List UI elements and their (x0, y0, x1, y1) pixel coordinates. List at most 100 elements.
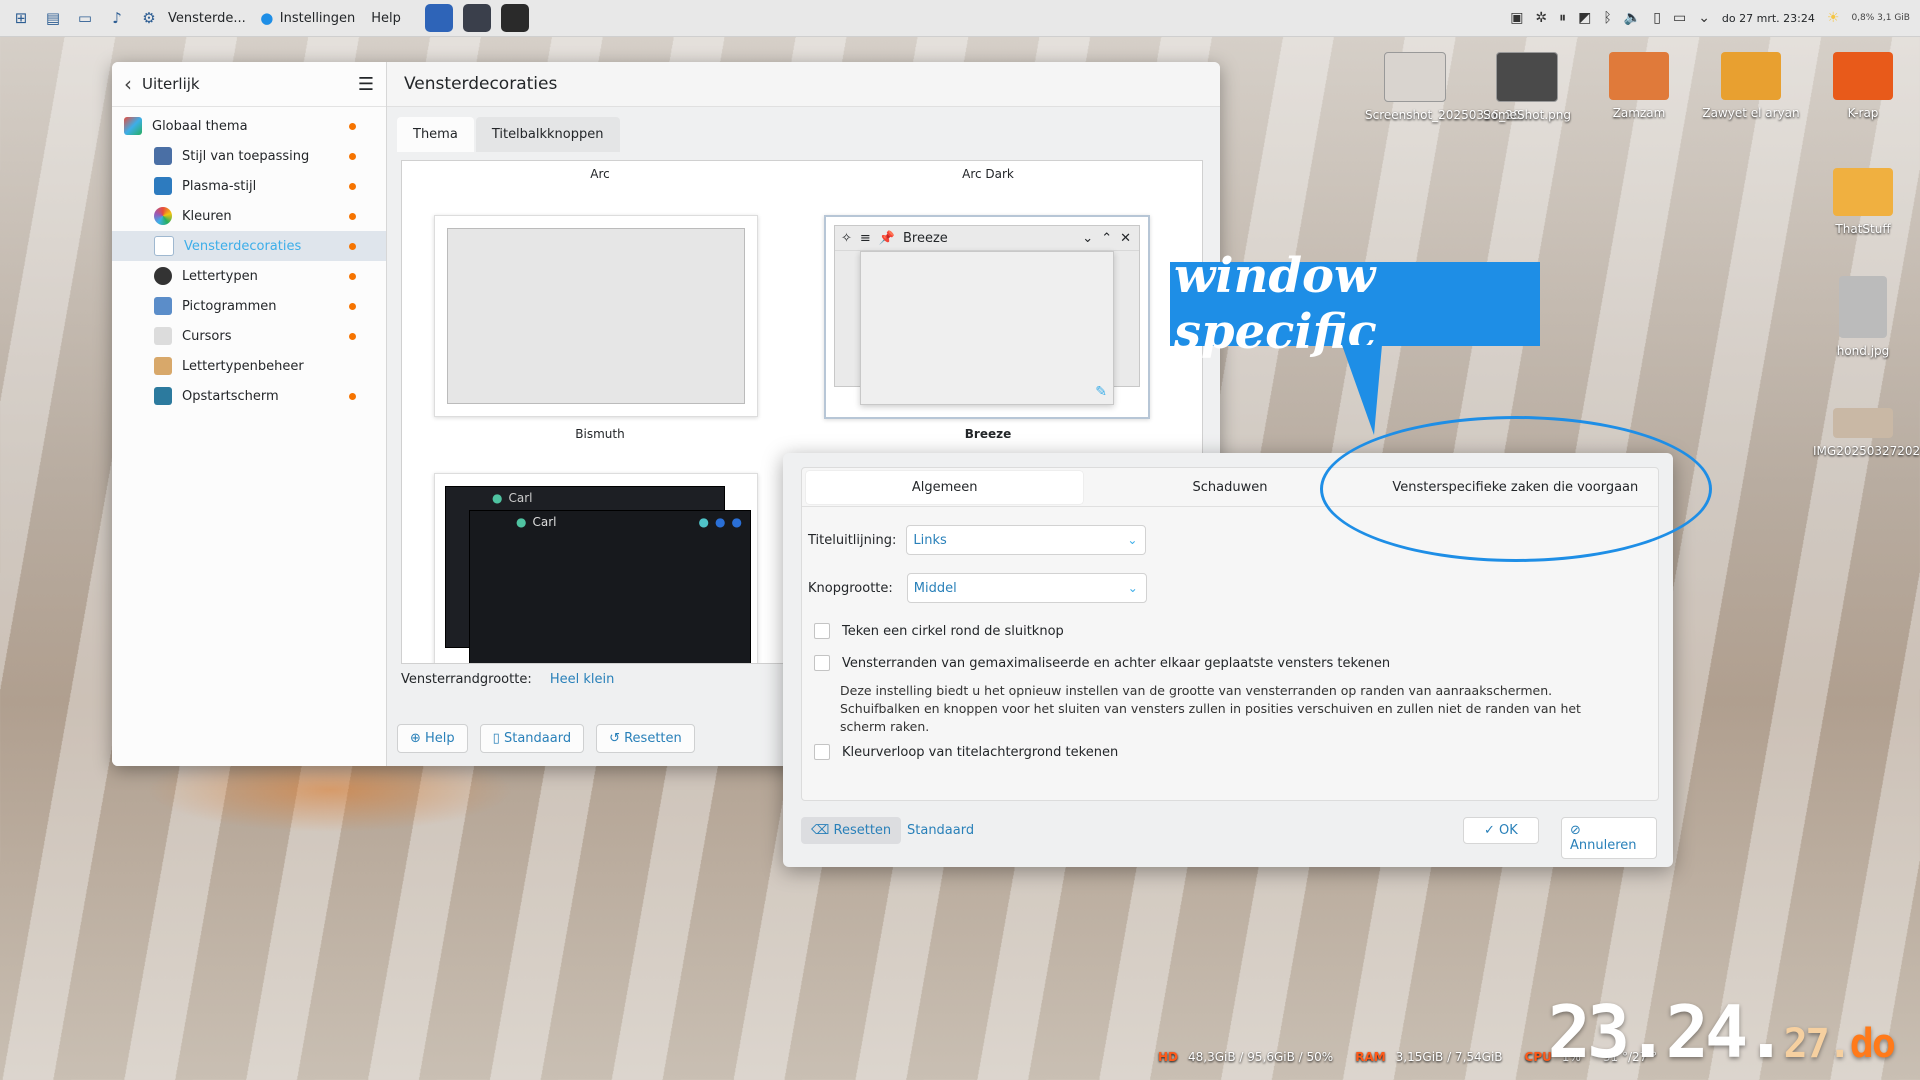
pause-icon[interactable]: ⏸ (1559, 10, 1566, 26)
music-icon[interactable]: ♪ (106, 7, 128, 29)
annotation-callout: window specific (1170, 248, 1540, 360)
task-window-label[interactable]: Vensterde... (168, 11, 246, 26)
font-management-icon (154, 357, 172, 375)
edit-pencil-icon[interactable]: ✎ (1095, 384, 1107, 400)
gradient-checkbox[interactable] (814, 744, 830, 760)
clock-day: 27. (1783, 1021, 1852, 1067)
chevron-down-icon: ⌄ (1127, 581, 1138, 595)
reset-button-label: Resetten (624, 731, 682, 746)
sidebar-item-fonts[interactable]: Lettertypen (112, 261, 386, 291)
tab-titlebar-buttons[interactable]: Titelbalkknoppen (475, 117, 620, 152)
dialog-reset-button[interactable]: ⌫ Resetten (801, 817, 902, 844)
notes-icon[interactable]: ▣ (1510, 10, 1523, 26)
desktop-icon[interactable]: Zamzam (1589, 52, 1689, 120)
sidebar-item-colors[interactable]: Kleuren (112, 201, 386, 231)
carl-titlebar-front: ● Carl ● ● ● (470, 511, 750, 533)
hamburger-menu-icon[interactable]: ☰ (358, 74, 374, 95)
standard-button[interactable]: ▯ Standaard (479, 724, 585, 753)
title-alignment-select[interactable]: Links ⌄ (906, 525, 1147, 555)
theme-preview-bismuth[interactable] (434, 215, 758, 417)
cancel-icon: ⊘ (1570, 823, 1581, 838)
app-launcher-icon[interactable]: ⊞ (10, 7, 32, 29)
sidebar-item-label: Pictogrammen (182, 298, 277, 314)
breeze-window-title: Breeze (903, 230, 948, 246)
gradient-label: Kleurverloop van titelachtergrond tekene… (842, 744, 1119, 760)
hd-label: HD (1158, 1050, 1179, 1064)
sidebar-header: ‹ Uiterlijk ☰ (112, 62, 386, 107)
help-icon: ⊕ (410, 731, 426, 746)
sidebar-item-global-theme[interactable]: Globaal thema (112, 111, 386, 141)
tray-clock[interactable]: do 27 mrt. 23:24 (1722, 12, 1815, 25)
desktop-icon[interactable]: Zawyet el aryan (1701, 52, 1801, 120)
clock-weekday: do (1849, 1021, 1896, 1067)
ok-button[interactable]: ✓ OK (1463, 817, 1539, 844)
button-size-select[interactable]: Middel ⌄ (906, 573, 1147, 603)
volume-icon[interactable]: 🔈 (1624, 10, 1641, 26)
modified-dot (349, 152, 356, 160)
desktop-icon[interactable]: K-rap (1813, 52, 1913, 120)
tab-theme[interactable]: Thema (397, 117, 474, 152)
circle-icon: ● (260, 9, 274, 27)
cancel-button[interactable]: ⊘ Annuleren (1561, 817, 1657, 859)
back-arrow-icon[interactable]: ‹ (124, 72, 132, 96)
image-file-icon (1384, 52, 1446, 102)
sidebar-item-plasma-style[interactable]: Plasma-stijl (112, 171, 386, 201)
close-icon: ✕ (1120, 230, 1131, 246)
desktop-icon[interactable]: Screenshot_20250326_20... (1365, 52, 1532, 122)
border-size-label: Vensterrandgrootte: (401, 672, 532, 687)
breeze-titlebar: ✧ ≡ 📌 Breeze ⌄ ⌃ ✕ (835, 226, 1139, 251)
desktop-icon[interactable]: IMG20250327202616.jpg (1813, 408, 1920, 458)
folder-icon (1833, 168, 1893, 216)
callout-pointer (1342, 345, 1382, 435)
bluetooth-icon[interactable]: ᛒ (1603, 10, 1611, 26)
tab-general[interactable]: Algemeen (806, 470, 1084, 504)
window-icon[interactable]: ◩ (1578, 10, 1591, 26)
draw-borders-checkbox[interactable] (814, 655, 830, 671)
desktop-icon[interactable]: SomeShot.png (1477, 52, 1577, 122)
phone-icon[interactable]: ▯ (1653, 10, 1661, 26)
border-size-select[interactable]: Heel klein (550, 672, 615, 687)
theme-preview-carl[interactable]: ● Carl ● Carl ● ● ● (434, 473, 758, 663)
modified-dot (349, 332, 356, 340)
chevron-down-icon[interactable]: ⌄ (1698, 10, 1710, 26)
reset-button[interactable]: ↺ Resetten (596, 724, 695, 753)
brave-browser-icon[interactable] (424, 4, 453, 32)
sidebar-item-window-decorations[interactable]: Vensterdecoraties (112, 231, 386, 261)
app-icon-3[interactable] (500, 4, 529, 32)
draw-borders-row: Vensterranden van gemaximaliseerde en ac… (814, 655, 1390, 671)
sidebar-item-app-style[interactable]: Stijl van toepassing (112, 141, 386, 171)
sidebar-item-icons[interactable]: Pictogrammen (112, 291, 386, 321)
title-alignment-label: Titeluitlijning: (808, 532, 897, 548)
folder-icon[interactable]: ▭ (74, 7, 96, 29)
task-help-label[interactable]: Help (371, 11, 401, 26)
desktop-icon-label: ThatStuff (1835, 222, 1891, 236)
tray-stats: 0,8% 3,1 GiB (1851, 12, 1910, 23)
theme-preview-breeze[interactable]: ✧ ≡ 📌 Breeze ⌄ ⌃ ✕ ✎ (824, 215, 1150, 419)
modified-dot (349, 302, 356, 310)
color-wheel-icon (154, 207, 172, 225)
desktop-icon[interactable]: hond.jpg (1813, 276, 1913, 358)
splash-screen-icon (154, 387, 172, 405)
files-icon[interactable]: ▤ (42, 7, 64, 29)
system-tray: ▣ ✲ ⏸ ◩ ᛒ 🔈 ▯ ▭ ⌄ do 27 mrt. 23:24 ☀ 0,8… (1510, 0, 1910, 36)
image-file-icon (1496, 52, 1558, 102)
help-button[interactable]: ⊕ Help (397, 724, 468, 753)
task-settings-label[interactable]: Instellingen (280, 11, 356, 26)
sidebar-item-font-management[interactable]: Lettertypenbeheer (112, 351, 386, 381)
draw-borders-note: Deze instelling biedt u het opnieuw inst… (840, 683, 1581, 734)
gear-icon[interactable]: ✲ (1535, 10, 1547, 26)
battery-icon[interactable]: ▭ (1673, 10, 1686, 26)
desktop-icon[interactable]: ThatStuff (1813, 168, 1913, 236)
circle-icon: ● (698, 515, 710, 529)
circle-close-checkbox[interactable] (814, 623, 830, 639)
menu-icon: ≡ (859, 230, 871, 246)
content-buttons: ⊕ Help ▯ Standaard ↺ Resetten (397, 724, 695, 753)
circle-icon: ● (731, 515, 742, 529)
app-icon-2[interactable] (462, 4, 491, 32)
settings-app-icon[interactable]: ⚙ (138, 7, 160, 29)
theme-label-breeze: Breeze (964, 427, 1012, 441)
dialog-standard-button[interactable]: Standaard (897, 817, 984, 844)
sidebar-item-splash-screen[interactable]: Opstartscherm (112, 381, 386, 411)
sidebar-item-cursors[interactable]: Cursors (112, 321, 386, 351)
carl-window-title: Carl (532, 515, 557, 529)
